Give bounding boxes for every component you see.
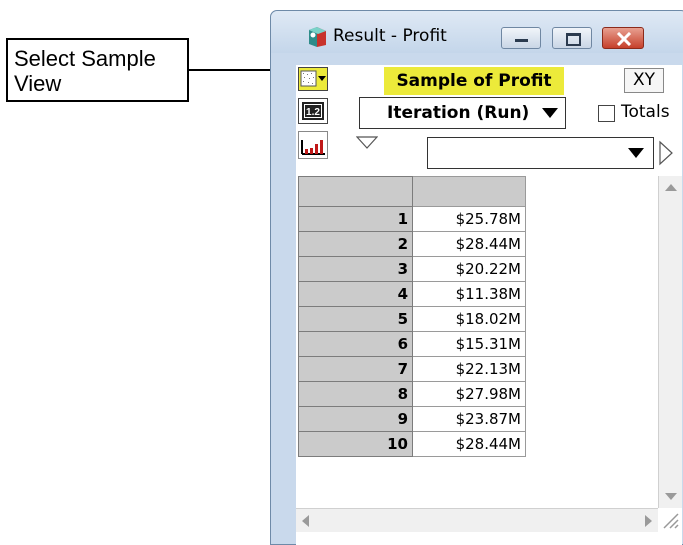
profit-value-cell[interactable]: $20.22M xyxy=(412,256,526,282)
app-icon xyxy=(309,27,326,47)
totals-checkbox[interactable] xyxy=(598,105,615,122)
chevron-down-icon xyxy=(628,148,644,158)
iteration-index-select[interactable]: Iteration (Run) xyxy=(359,97,566,129)
row-index-cell: 2 xyxy=(298,231,413,257)
scroll-left-icon[interactable] xyxy=(302,515,309,527)
index-select[interactable] xyxy=(427,137,654,169)
table-row: 8 $27.98M xyxy=(298,381,526,407)
row-index-cell: 4 xyxy=(298,281,413,307)
result-window: Result - Profit 1.2 Sample of Profit XY … xyxy=(270,10,683,545)
pivot-down-icon[interactable] xyxy=(356,136,378,150)
row-index-cell: 6 xyxy=(298,331,413,357)
callout-line-1: Select Sample xyxy=(14,46,156,71)
graph-icon xyxy=(301,140,325,155)
window-title: Result - Profit xyxy=(333,26,447,46)
profit-value-cell[interactable]: $25.78M xyxy=(412,206,526,232)
chevron-down-icon xyxy=(542,108,558,118)
table-row: 4 $11.38M xyxy=(298,281,526,307)
table-row: 6 $15.31M xyxy=(298,331,526,357)
vertical-scrollbar[interactable] xyxy=(658,176,682,508)
sample-view-label: Sample of Profit xyxy=(384,67,564,95)
view-sample-icon xyxy=(300,70,326,87)
close-icon xyxy=(616,32,632,46)
result-table-area: 1 $25.78M 2 $28.44M 3 $20.22M 4 $11.38M 5 $18.02M… xyxy=(296,176,658,536)
table-row: 7 $22.13M xyxy=(298,356,526,382)
number-format-button[interactable]: 1.2 xyxy=(298,98,328,124)
xy-button[interactable]: XY xyxy=(624,68,664,93)
callout-annotation: Select Sample View xyxy=(6,38,189,102)
totals-label: Totals xyxy=(621,102,670,122)
row-index-cell: 5 xyxy=(298,306,413,332)
profit-value-cell[interactable]: $27.98M xyxy=(412,381,526,407)
profit-value-cell[interactable]: $15.31M xyxy=(412,331,526,357)
value-header-cell xyxy=(412,176,526,207)
row-index-cell: 3 xyxy=(298,256,413,282)
scroll-up-icon[interactable] xyxy=(665,184,677,191)
row-index-cell: 8 xyxy=(298,381,413,407)
pivot-right-icon[interactable] xyxy=(658,137,674,169)
index-header-cell xyxy=(298,176,413,207)
result-client-area: 1.2 Sample of Profit XY Iteration (Run) … xyxy=(296,65,682,545)
maximize-button[interactable] xyxy=(552,27,592,49)
minimize-button[interactable] xyxy=(501,27,541,49)
table-row: 10 $28.44M xyxy=(298,431,526,457)
profit-value-cell[interactable]: $23.87M xyxy=(412,406,526,432)
number-format-icon: 1.2 xyxy=(302,102,324,120)
table-header-row xyxy=(298,176,526,207)
table-row: 2 $28.44M xyxy=(298,231,526,257)
resize-grip-icon[interactable] xyxy=(660,510,680,530)
scroll-right-icon[interactable] xyxy=(645,515,652,527)
table-row: 9 $23.87M xyxy=(298,406,526,432)
table-row: 3 $20.22M xyxy=(298,256,526,282)
table-row: 5 $18.02M xyxy=(298,306,526,332)
row-index-cell: 1 xyxy=(298,206,413,232)
profit-value-cell[interactable]: $11.38M xyxy=(412,281,526,307)
row-index-cell: 7 xyxy=(298,356,413,382)
row-index-cell: 9 xyxy=(298,406,413,432)
callout-line-2: View xyxy=(14,71,62,96)
select-sample-view-button[interactable] xyxy=(298,67,328,91)
row-index-cell: 10 xyxy=(298,431,413,457)
table-row: 1 $25.78M xyxy=(298,206,526,232)
scroll-down-icon[interactable] xyxy=(665,493,677,500)
profit-value-cell[interactable]: $22.13M xyxy=(412,356,526,382)
profit-value-cell[interactable]: $28.44M xyxy=(412,231,526,257)
iteration-select-value: Iteration (Run) xyxy=(387,103,530,123)
graph-view-button[interactable] xyxy=(298,131,328,159)
horizontal-scrollbar[interactable] xyxy=(296,508,658,532)
title-bar[interactable]: Result - Profit xyxy=(271,11,683,53)
profit-value-cell[interactable]: $28.44M xyxy=(412,431,526,457)
svg-text:1.2: 1.2 xyxy=(306,107,320,118)
profit-value-cell[interactable]: $18.02M xyxy=(412,306,526,332)
result-table: 1 $25.78M 2 $28.44M 3 $20.22M 4 $11.38M 5 $18.02M… xyxy=(298,176,526,457)
close-button[interactable] xyxy=(602,27,644,49)
